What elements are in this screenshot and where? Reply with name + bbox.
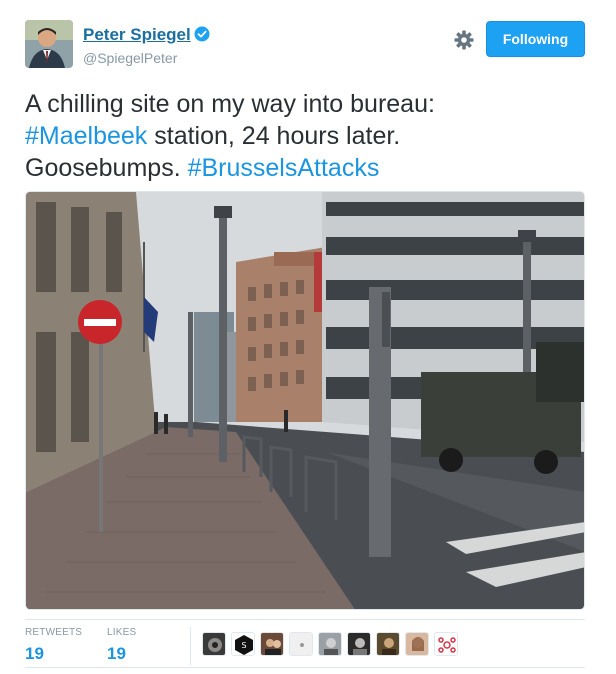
retweets-label: RETWEETS xyxy=(25,627,83,638)
tweet-line-1: A chilling site on my way into bureau: xyxy=(25,90,435,118)
likes-stat[interactable]: LIKES 19 xyxy=(107,627,136,664)
tweet-line-2: #Maelbeek station, 24 hours later. xyxy=(25,120,591,152)
divider-top xyxy=(25,619,585,620)
liker-avatar[interactable]: S xyxy=(231,632,255,656)
likers-avatars: S xyxy=(202,632,463,656)
svg-text:S: S xyxy=(241,641,246,650)
tweet-line-2-text: station, 24 hours later. xyxy=(147,122,401,150)
tweet-photo[interactable] xyxy=(25,191,585,610)
avatar-image xyxy=(25,20,73,68)
verified-badge-icon xyxy=(194,26,210,42)
liker-avatar[interactable] xyxy=(405,632,429,656)
stats-separator xyxy=(190,627,191,665)
tweet-text: A chilling site on my way into bureau: #… xyxy=(25,88,591,184)
liker-avatar[interactable] xyxy=(202,632,226,656)
author-handle[interactable]: @SpiegelPeter xyxy=(83,50,210,66)
author-info: Peter Spiegel @SpiegelPeter xyxy=(83,25,210,66)
liker-avatar[interactable] xyxy=(260,632,284,656)
tweet-header: Peter Spiegel @SpiegelPeter Following xyxy=(25,20,591,70)
liker-avatar[interactable] xyxy=(318,632,342,656)
hashtag-brusselsattacks[interactable]: #BrusselsAttacks xyxy=(188,154,380,182)
display-name[interactable]: Peter Spiegel xyxy=(83,25,191,44)
street-photo xyxy=(26,192,584,609)
likes-count: 19 xyxy=(107,644,126,663)
hashtag-maelbeek[interactable]: #Maelbeek xyxy=(25,122,147,150)
following-button[interactable]: Following xyxy=(486,21,585,57)
liker-avatar[interactable] xyxy=(376,632,400,656)
divider-bottom xyxy=(25,667,585,668)
liker-avatar[interactable] xyxy=(347,632,371,656)
likes-label: LIKES xyxy=(107,627,137,638)
gear-icon[interactable] xyxy=(453,29,475,51)
retweets-stat[interactable]: RETWEETS 19 xyxy=(25,627,82,664)
tweet-line-3-text: Goosebumps. xyxy=(25,154,188,182)
liker-avatar[interactable] xyxy=(289,632,313,656)
liker-avatar[interactable] xyxy=(434,632,458,656)
retweets-count: 19 xyxy=(25,644,44,663)
tweet-line-3: Goosebumps. #BrusselsAttacks xyxy=(25,152,591,184)
avatar[interactable] xyxy=(25,20,73,68)
